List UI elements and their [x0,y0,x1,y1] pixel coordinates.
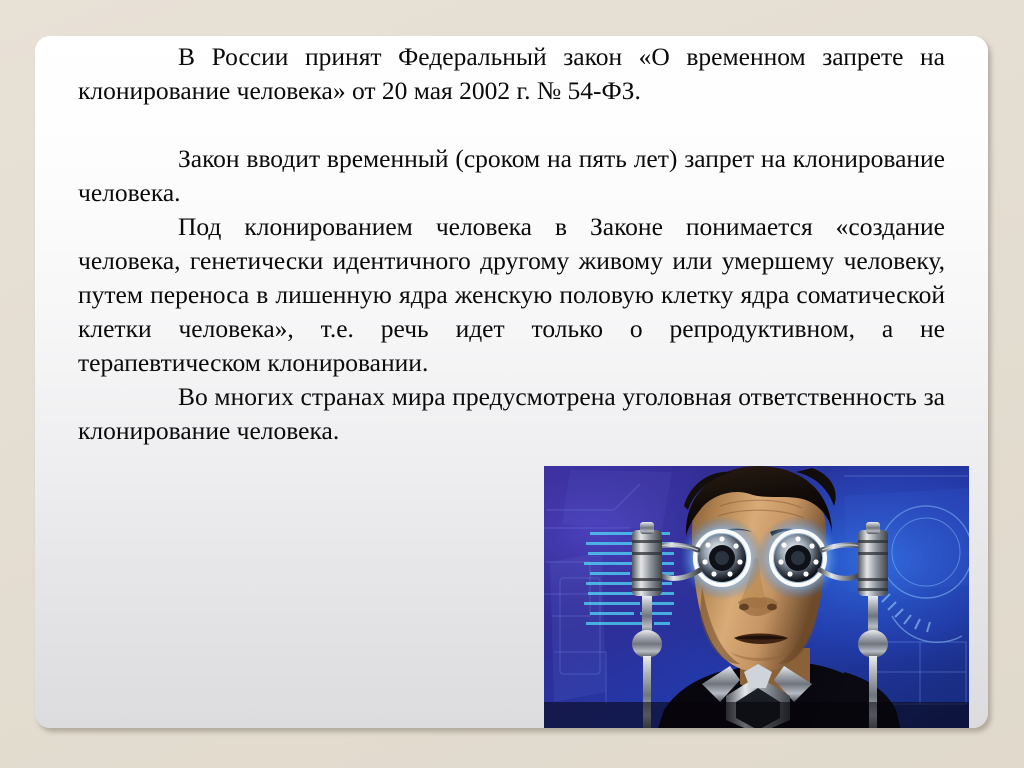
poster-image [544,466,969,728]
paragraph-1: В России принят Федеральный закон «О вре… [78,42,945,105]
paragraph-4: Во многих странах мира предусмотрена уго… [78,382,945,445]
poster-illustration [544,466,969,728]
slide-text-block: В России принят Федеральный закон «О вре… [78,40,945,448]
paragraph-2: Закон вводит временный (сроком на пять л… [78,144,945,207]
content-card: В России принят Федеральный закон «О вре… [35,36,988,728]
paragraph-3: Под клонированием человека в Законе пони… [78,212,945,377]
slide-root: В России принят Федеральный закон «О вре… [0,0,1024,768]
